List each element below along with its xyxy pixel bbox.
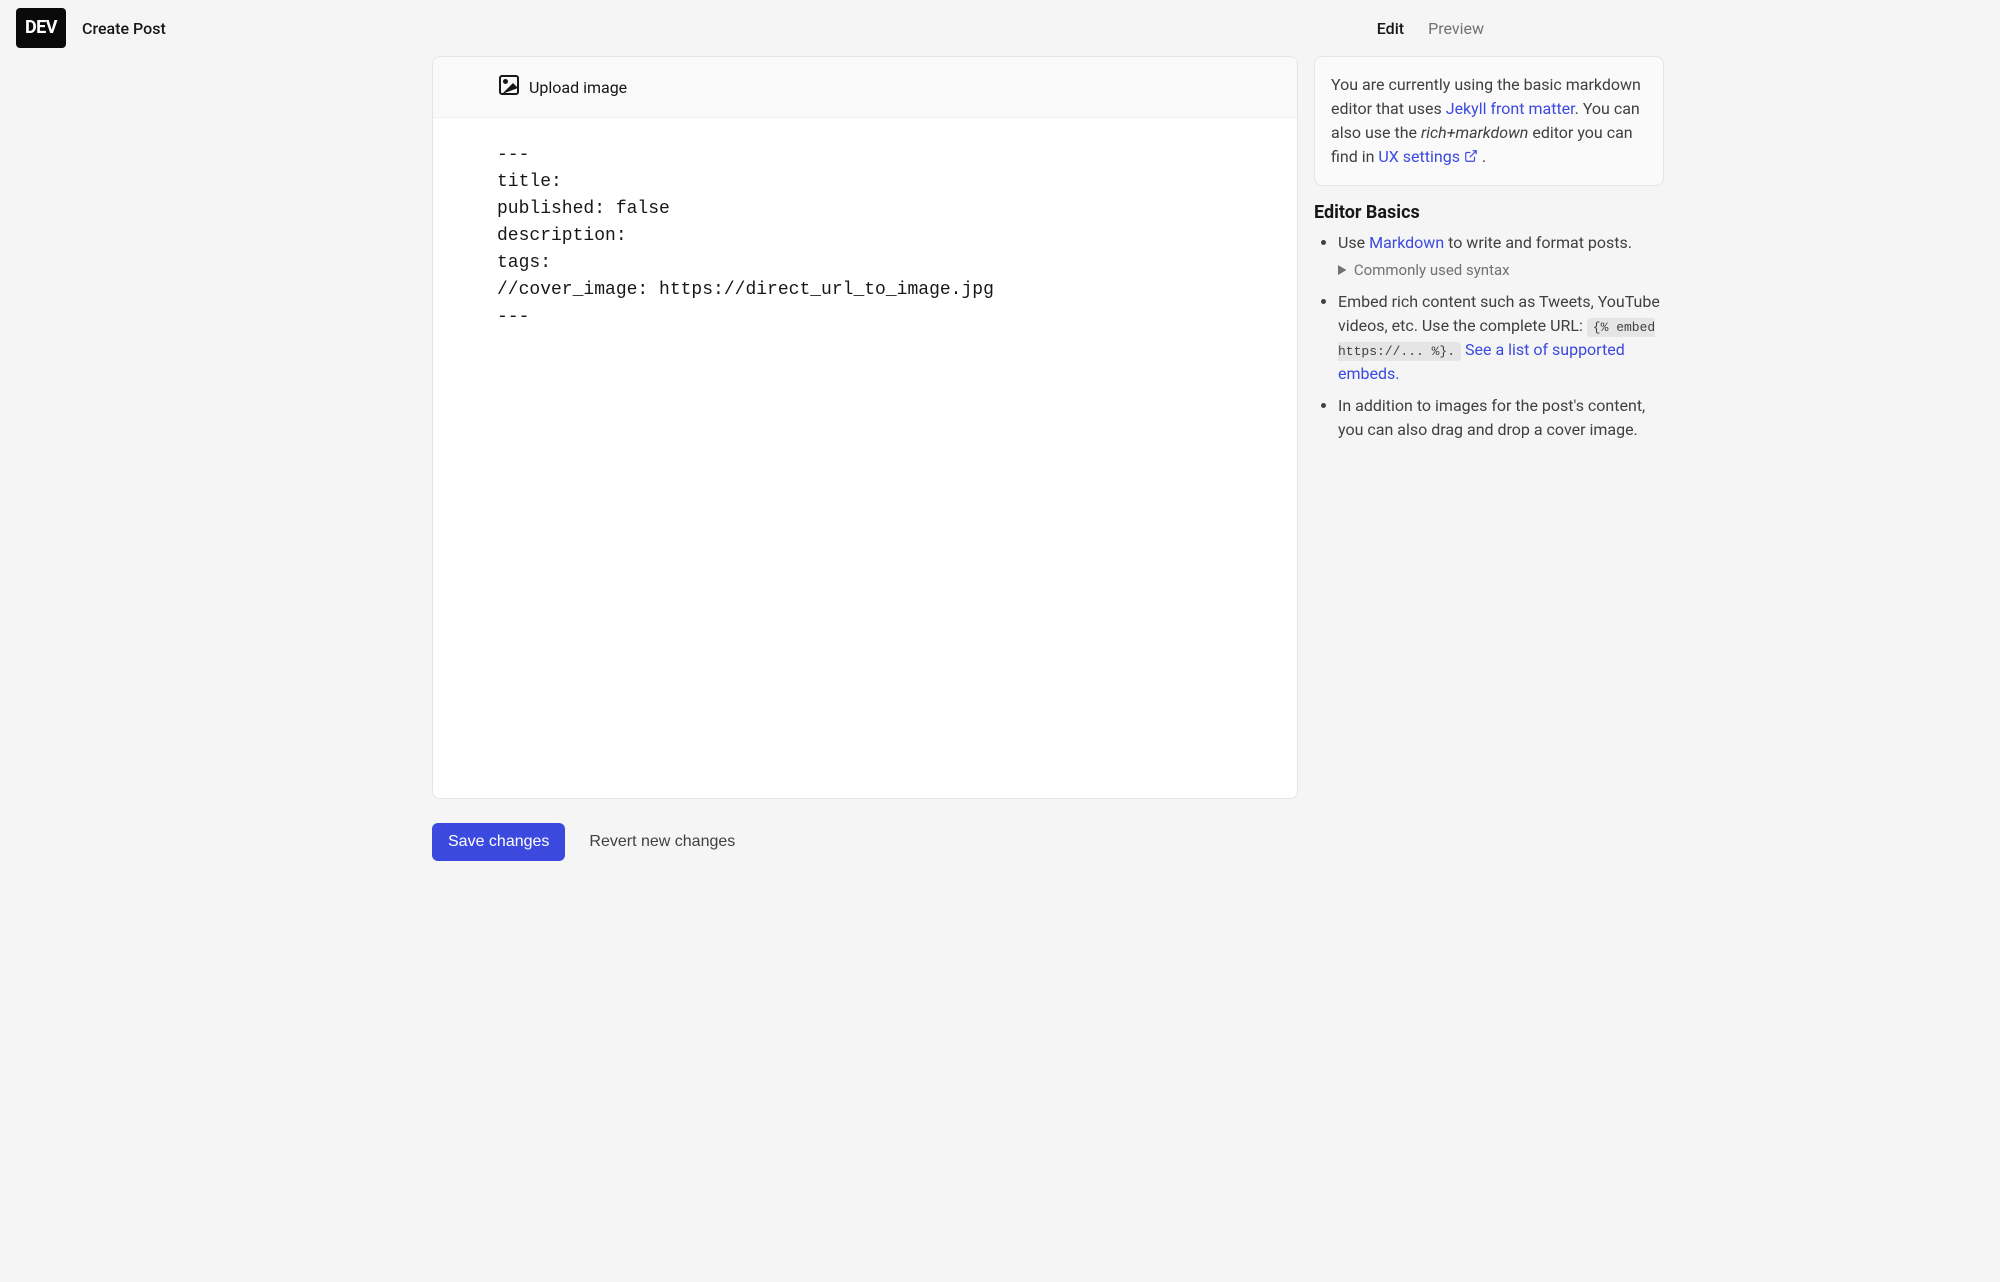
- footer-inner: Save changes Revert new changes: [432, 823, 735, 861]
- sidebar: You are currently using the basic markdo…: [1314, 56, 1664, 799]
- page-title: Create Post: [82, 19, 166, 38]
- editor-basics-section: Editor Basics Use Markdown to write and …: [1314, 202, 1664, 450]
- syntax-summary[interactable]: Commonly used syntax: [1338, 259, 1664, 282]
- item1-after: to write and format posts.: [1444, 233, 1632, 252]
- image-icon: [497, 73, 521, 101]
- footer: Save changes Revert new changes: [320, 799, 1680, 885]
- ux-settings-link-text: UX settings: [1378, 147, 1460, 166]
- editor-basics-heading: Editor Basics: [1314, 202, 1664, 223]
- external-link-icon: [1464, 149, 1478, 163]
- dev-logo[interactable]: DEV: [16, 8, 66, 48]
- editor-basics-list: Use Markdown to write and format posts. …: [1314, 231, 1664, 442]
- markdown-link[interactable]: Markdown: [1369, 233, 1444, 252]
- info-text-end: .: [1478, 147, 1486, 166]
- editor-tabs: Edit Preview: [1377, 19, 1484, 38]
- logo-text: DEV: [25, 19, 57, 37]
- tab-edit[interactable]: Edit: [1377, 19, 1404, 38]
- revert-changes-button[interactable]: Revert new changes: [589, 833, 735, 851]
- editor-panel: Upload image: [432, 56, 1298, 799]
- markdown-editor-textarea[interactable]: [433, 118, 1297, 798]
- item1-before: Use: [1338, 233, 1369, 252]
- save-changes-button[interactable]: Save changes: [432, 823, 565, 861]
- upload-image-label: Upload image: [529, 78, 627, 97]
- editor-info-box: You are currently using the basic markdo…: [1314, 56, 1664, 186]
- item3-text: In addition to images for the post's con…: [1338, 396, 1645, 439]
- list-item: Use Markdown to write and format posts. …: [1338, 231, 1664, 282]
- info-em: rich+markdown: [1421, 123, 1528, 142]
- main-container: Upload image You are currently using the…: [320, 56, 1680, 799]
- syntax-details[interactable]: Commonly used syntax: [1338, 259, 1664, 282]
- tab-preview[interactable]: Preview: [1428, 19, 1484, 38]
- header: DEV Create Post Edit Preview: [0, 0, 2000, 56]
- jekyll-front-matter-link[interactable]: Jekyll front matter: [1446, 99, 1575, 118]
- list-item: Embed rich content such as Tweets, YouTu…: [1338, 290, 1664, 386]
- ux-settings-link[interactable]: UX settings: [1378, 147, 1478, 166]
- upload-image-button[interactable]: Upload image: [433, 57, 1297, 118]
- list-item: In addition to images for the post's con…: [1338, 394, 1664, 442]
